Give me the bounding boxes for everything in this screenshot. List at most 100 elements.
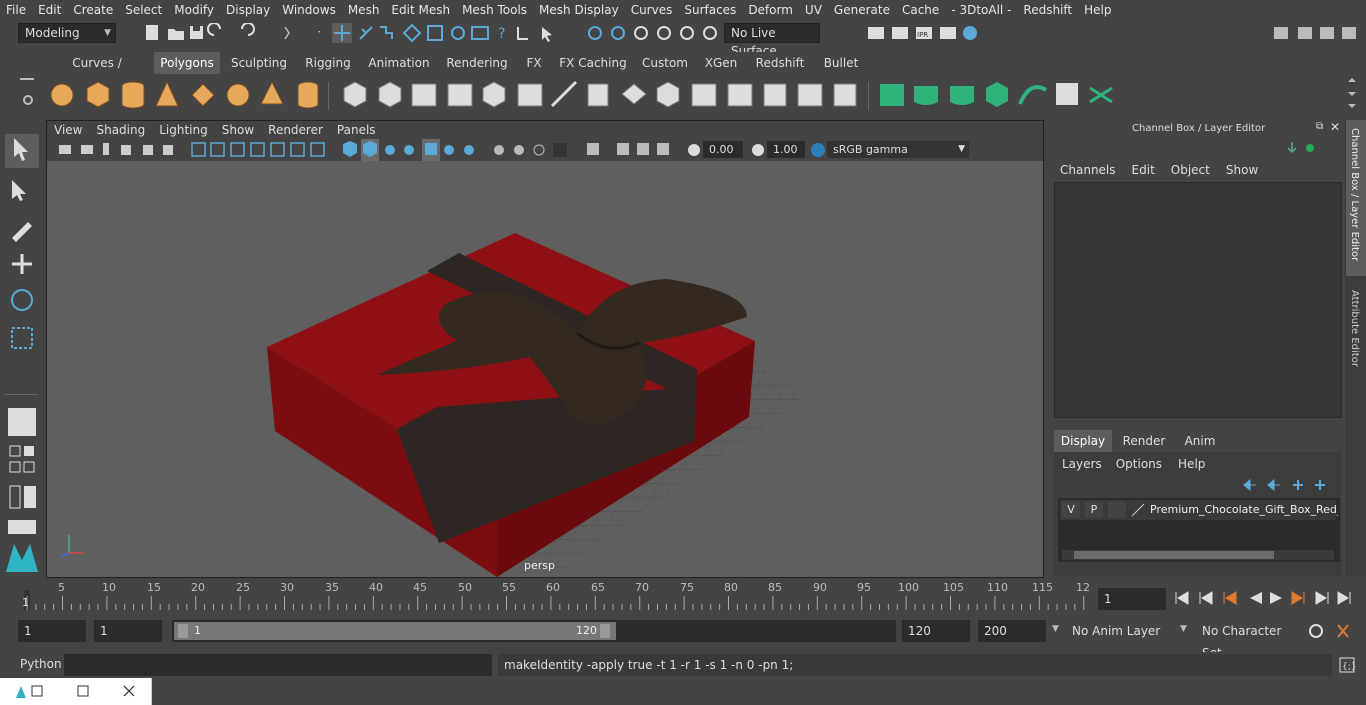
attribute-editor-icon[interactable] bbox=[1298, 27, 1312, 39]
viewport-menu-show[interactable]: Show bbox=[215, 123, 261, 137]
soft-select-icon[interactable] bbox=[657, 26, 671, 40]
checker-icon[interactable] bbox=[1056, 83, 1078, 105]
modeling-toolkit-icon[interactable] bbox=[1274, 27, 1288, 39]
menu-3dtoall[interactable]: - 3DtoAll - bbox=[945, 0, 1017, 20]
layer-tab-display[interactable]: Display bbox=[1054, 430, 1112, 452]
channel-menu-edit[interactable]: Edit bbox=[1124, 163, 1163, 177]
menu-select[interactable]: Select bbox=[119, 0, 168, 20]
2d-pan-zoom-icon[interactable] bbox=[143, 145, 153, 155]
scene-start-field[interactable]: 1 bbox=[18, 620, 86, 642]
grease-pencil-icon[interactable] bbox=[163, 145, 173, 155]
camera-attributes-icon[interactable] bbox=[81, 145, 93, 154]
xray-icon[interactable] bbox=[617, 143, 629, 155]
new-layer-icon[interactable] bbox=[1293, 480, 1303, 490]
default-material-icon[interactable] bbox=[385, 145, 395, 155]
move-layer-up-icon[interactable] bbox=[1243, 478, 1256, 492]
exposure-icon[interactable] bbox=[685, 141, 703, 159]
field-chart-icon[interactable] bbox=[270, 142, 285, 157]
workspace-dropdown[interactable]: Modeling ▼ bbox=[18, 23, 116, 43]
textured-icon[interactable] bbox=[425, 143, 437, 155]
multicut-icon[interactable] bbox=[550, 80, 578, 108]
open-scene-icon[interactable] bbox=[168, 29, 184, 40]
select-component-icon[interactable] bbox=[380, 26, 393, 39]
xray-joints-icon[interactable] bbox=[637, 143, 649, 155]
range-handle-start[interactable] bbox=[178, 624, 188, 638]
snap-curve-icon[interactable] bbox=[427, 25, 443, 41]
menu-surfaces[interactable]: Surfaces bbox=[678, 0, 742, 20]
camera-select-icon[interactable] bbox=[59, 145, 71, 154]
viewport-menu-shading[interactable]: Shading bbox=[89, 123, 152, 137]
menu-cache[interactable]: Cache bbox=[896, 0, 945, 20]
lasso-icon[interactable] bbox=[611, 26, 625, 40]
range-bar[interactable]: 1 120 bbox=[174, 622, 616, 640]
channel-box-toggle-icon[interactable] bbox=[1342, 27, 1356, 39]
float-panel-icon[interactable]: ⧉ bbox=[1316, 121, 1323, 132]
new-layer-selected-icon[interactable] bbox=[1315, 480, 1325, 490]
snap-together-icon[interactable] bbox=[588, 26, 602, 40]
four-view-layout-icon[interactable] bbox=[9, 445, 21, 457]
character-set-dropdown[interactable]: No Character Set bbox=[1196, 620, 1300, 660]
shadows-icon[interactable] bbox=[464, 145, 474, 155]
anim-layer-dropdown[interactable]: No Anim Layer bbox=[1066, 620, 1174, 642]
viewport-menu-lighting[interactable]: Lighting bbox=[152, 123, 215, 137]
tab-bullet[interactable]: Bullet bbox=[818, 52, 864, 74]
pyramid-icon[interactable] bbox=[260, 80, 284, 105]
magnet-icon[interactable] bbox=[634, 26, 648, 40]
range-track[interactable]: 1 120 bbox=[172, 620, 896, 642]
manipulator-icon[interactable] bbox=[1287, 142, 1297, 154]
color-space-dropdown[interactable]: sRGB gamma ▼ bbox=[827, 141, 969, 158]
viewport-menu-renderer[interactable]: Renderer bbox=[261, 123, 330, 137]
resolution-gate-icon[interactable] bbox=[230, 142, 245, 157]
smooth-icon[interactable] bbox=[447, 83, 473, 107]
play-backward-icon[interactable] bbox=[1250, 592, 1262, 604]
scene-end-field[interactable]: 200 bbox=[978, 620, 1046, 642]
menu-mesh[interactable]: Mesh bbox=[342, 0, 386, 20]
snap-view-icon[interactable] bbox=[471, 26, 489, 40]
layer-tab-render[interactable]: Render bbox=[1116, 430, 1172, 452]
tab-rendering[interactable]: Rendering bbox=[442, 52, 512, 74]
chevron-right-icon[interactable] bbox=[284, 26, 290, 40]
tab-curves-surfaces[interactable]: Curves / Surfaces bbox=[46, 52, 148, 92]
menu-edit[interactable]: Edit bbox=[32, 0, 67, 20]
exposure-field[interactable]: 0.00 bbox=[703, 141, 743, 158]
layer-menu-layers[interactable]: Layers bbox=[1054, 457, 1108, 471]
auto-key-icon[interactable] bbox=[1309, 624, 1323, 638]
menu-display[interactable]: Display bbox=[220, 0, 276, 20]
use-all-lights-icon[interactable] bbox=[444, 145, 454, 155]
menu-curves[interactable]: Curves bbox=[625, 0, 679, 20]
menu-windows[interactable]: Windows bbox=[276, 0, 342, 20]
sphere-icon[interactable] bbox=[50, 83, 74, 107]
menu-uv[interactable]: UV bbox=[799, 0, 828, 20]
xray-components-icon[interactable] bbox=[657, 143, 669, 155]
undo-icon[interactable] bbox=[207, 23, 221, 36]
append-icon[interactable] bbox=[763, 83, 787, 107]
reflection-icon[interactable] bbox=[703, 26, 717, 40]
lasso-tool-icon[interactable] bbox=[12, 180, 26, 201]
channel-list[interactable] bbox=[1054, 182, 1342, 418]
combine-icon[interactable] bbox=[343, 81, 367, 108]
transfer-icon[interactable] bbox=[797, 83, 823, 107]
menu-generate[interactable]: Generate bbox=[828, 0, 896, 20]
script-editor-icon[interactable]: {;} bbox=[1338, 656, 1358, 674]
command-input[interactable] bbox=[64, 654, 492, 676]
layer-menu-options[interactable]: Options bbox=[1108, 457, 1170, 471]
layer-scrollbar-thumb[interactable] bbox=[1074, 551, 1274, 559]
bevel-icon[interactable] bbox=[482, 81, 506, 108]
new-scene-icon[interactable] bbox=[146, 25, 158, 40]
live-surface-field[interactable]: No Live Surface bbox=[724, 23, 820, 58]
move-layer-down-icon[interactable] bbox=[1267, 478, 1280, 492]
separate-icon[interactable] bbox=[378, 81, 402, 108]
step-back-key-icon[interactable] bbox=[1199, 591, 1213, 605]
wireframe-on-shaded-icon[interactable] bbox=[404, 145, 414, 155]
lock-icon[interactable] bbox=[517, 27, 528, 40]
step-forward-key-icon[interactable] bbox=[1315, 591, 1329, 605]
insert-edgeloop-icon[interactable] bbox=[621, 83, 647, 105]
extract-icon[interactable] bbox=[411, 83, 437, 107]
extrude-icon[interactable] bbox=[587, 83, 609, 107]
menu-create[interactable]: Create bbox=[67, 0, 119, 20]
plane-icon[interactable] bbox=[191, 83, 215, 107]
paint-select-icon[interactable] bbox=[12, 222, 32, 242]
uv-editor-icon[interactable] bbox=[833, 83, 857, 107]
bridge-icon[interactable] bbox=[517, 83, 543, 107]
layer-tab-anim[interactable]: Anim bbox=[1174, 430, 1226, 452]
